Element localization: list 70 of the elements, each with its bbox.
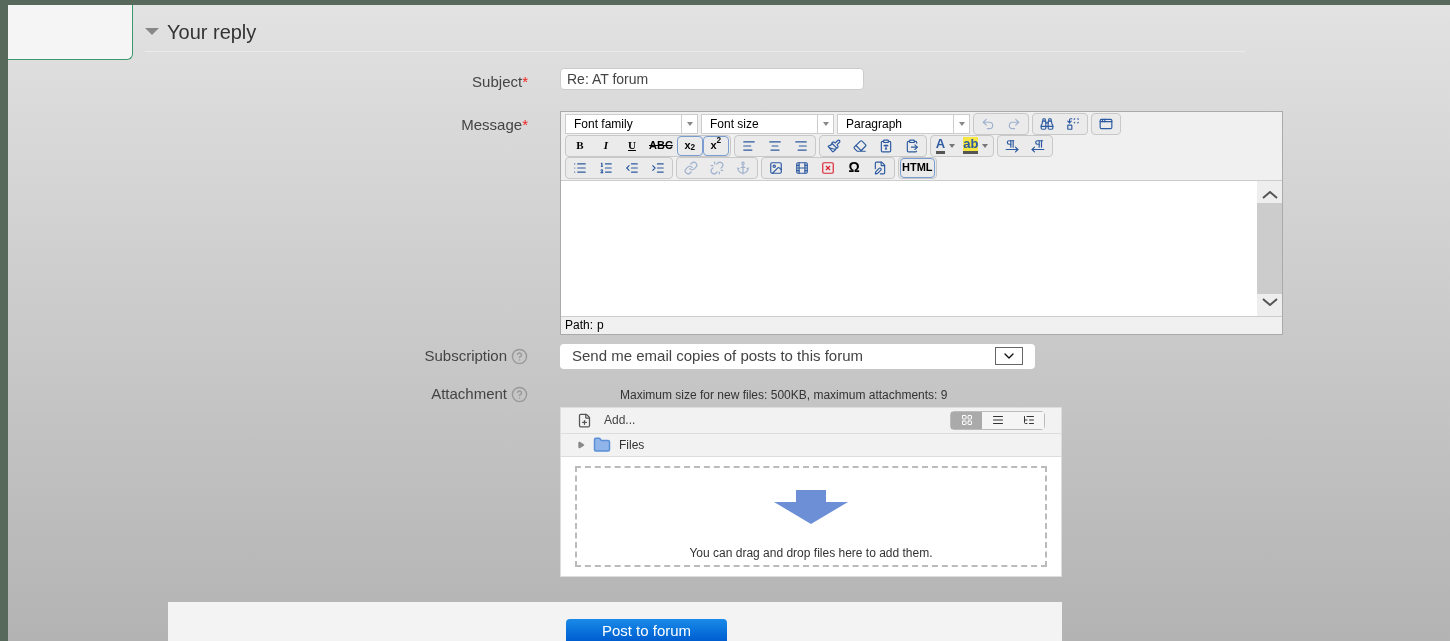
list-view-icon xyxy=(991,414,1004,426)
toolbar-dropdown[interactable]: Font size xyxy=(701,113,834,134)
format-button[interactable]: U xyxy=(619,135,645,156)
caret-icon xyxy=(686,121,693,126)
field-label: Attachment xyxy=(431,384,507,405)
clipboard-icon xyxy=(904,138,919,153)
folder-icon xyxy=(593,435,611,454)
anchor-icon xyxy=(736,160,750,175)
caret-icon xyxy=(822,121,829,126)
image-icon xyxy=(769,160,783,175)
edit-icon xyxy=(873,160,887,175)
outdent-icon xyxy=(625,160,639,175)
subscription-select[interactable]: Send me email copies of posts to this forum xyxy=(560,343,1035,369)
format-button[interactable]: HTML xyxy=(900,157,935,178)
section-title: Your reply xyxy=(167,20,257,45)
unlink-icon xyxy=(710,160,724,175)
search-icon xyxy=(1040,116,1054,131)
highlight-button[interactable]: ab xyxy=(959,135,993,156)
caret-icon xyxy=(958,121,965,126)
add-file-icon xyxy=(577,412,592,428)
drop-hint: You can drag and drop files here to add them. xyxy=(689,544,933,562)
scrollbar-thumb[interactable] xyxy=(1257,202,1282,294)
format-button[interactable]: I xyxy=(593,135,619,156)
window-icon xyxy=(1099,116,1113,131)
scroll-down-icon[interactable] xyxy=(1261,297,1278,306)
caret-icon xyxy=(949,143,956,148)
pilcrow-right-icon xyxy=(1005,138,1020,153)
attachment-limits: Maximum size for new files: 500KB, maximum attachments: 9 xyxy=(620,386,949,404)
format-button[interactable]: x$_{2}$ xyxy=(676,135,703,156)
align-left-icon xyxy=(741,138,756,153)
indent-icon xyxy=(651,160,665,175)
align-right-icon xyxy=(793,138,808,153)
drop-zone[interactable]: You can drag and drop files here to add them. xyxy=(575,465,1047,567)
format-button[interactable]: x$^{2}$ xyxy=(702,135,729,156)
align-center-icon xyxy=(767,138,782,153)
caret-icon xyxy=(982,143,989,148)
film-icon xyxy=(795,160,809,175)
box-cross-icon xyxy=(821,160,835,175)
link-icon xyxy=(684,160,698,175)
redo-icon xyxy=(1007,116,1021,131)
scrollbar[interactable] xyxy=(1257,180,1282,316)
pilcrow-left-icon xyxy=(1031,138,1046,153)
field-label: Message* xyxy=(461,115,528,133)
field-label: Subscription xyxy=(424,345,507,366)
grid-view-icon xyxy=(960,414,973,426)
numbered-list-icon xyxy=(599,160,613,175)
down-arrow-icon xyxy=(774,489,848,524)
post-button[interactable]: Post to forum xyxy=(566,618,727,641)
brush-icon xyxy=(826,138,841,153)
path-link[interactable]: p xyxy=(597,316,604,334)
folder-label[interactable]: Files xyxy=(619,435,645,454)
toolbar-dropdown[interactable]: Paragraph xyxy=(837,113,970,134)
expand-arrow-icon[interactable] xyxy=(577,440,585,449)
subject-field[interactable]: Re: AT forum xyxy=(560,68,864,90)
path-label: Path: xyxy=(565,317,594,334)
bullet-list-icon xyxy=(573,160,587,175)
format-button[interactable]: ABC xyxy=(645,135,677,156)
field-label: Subject* xyxy=(472,73,528,90)
text-color-button[interactable]: A xyxy=(931,135,960,156)
format-button[interactable]: B xyxy=(567,135,593,156)
caret-icon[interactable] xyxy=(145,28,159,36)
eraser-icon xyxy=(852,138,867,153)
clipboard-text-icon xyxy=(878,138,893,153)
format-button[interactable]: Ω xyxy=(841,157,867,178)
toolbar-dropdown[interactable]: Font family xyxy=(565,113,698,134)
tree-view-icon xyxy=(1022,414,1035,426)
scroll-up-icon[interactable] xyxy=(1261,190,1278,199)
add-file-button[interactable]: Add... xyxy=(577,411,636,429)
undo-icon xyxy=(981,116,995,131)
replace-icon xyxy=(1066,116,1080,131)
